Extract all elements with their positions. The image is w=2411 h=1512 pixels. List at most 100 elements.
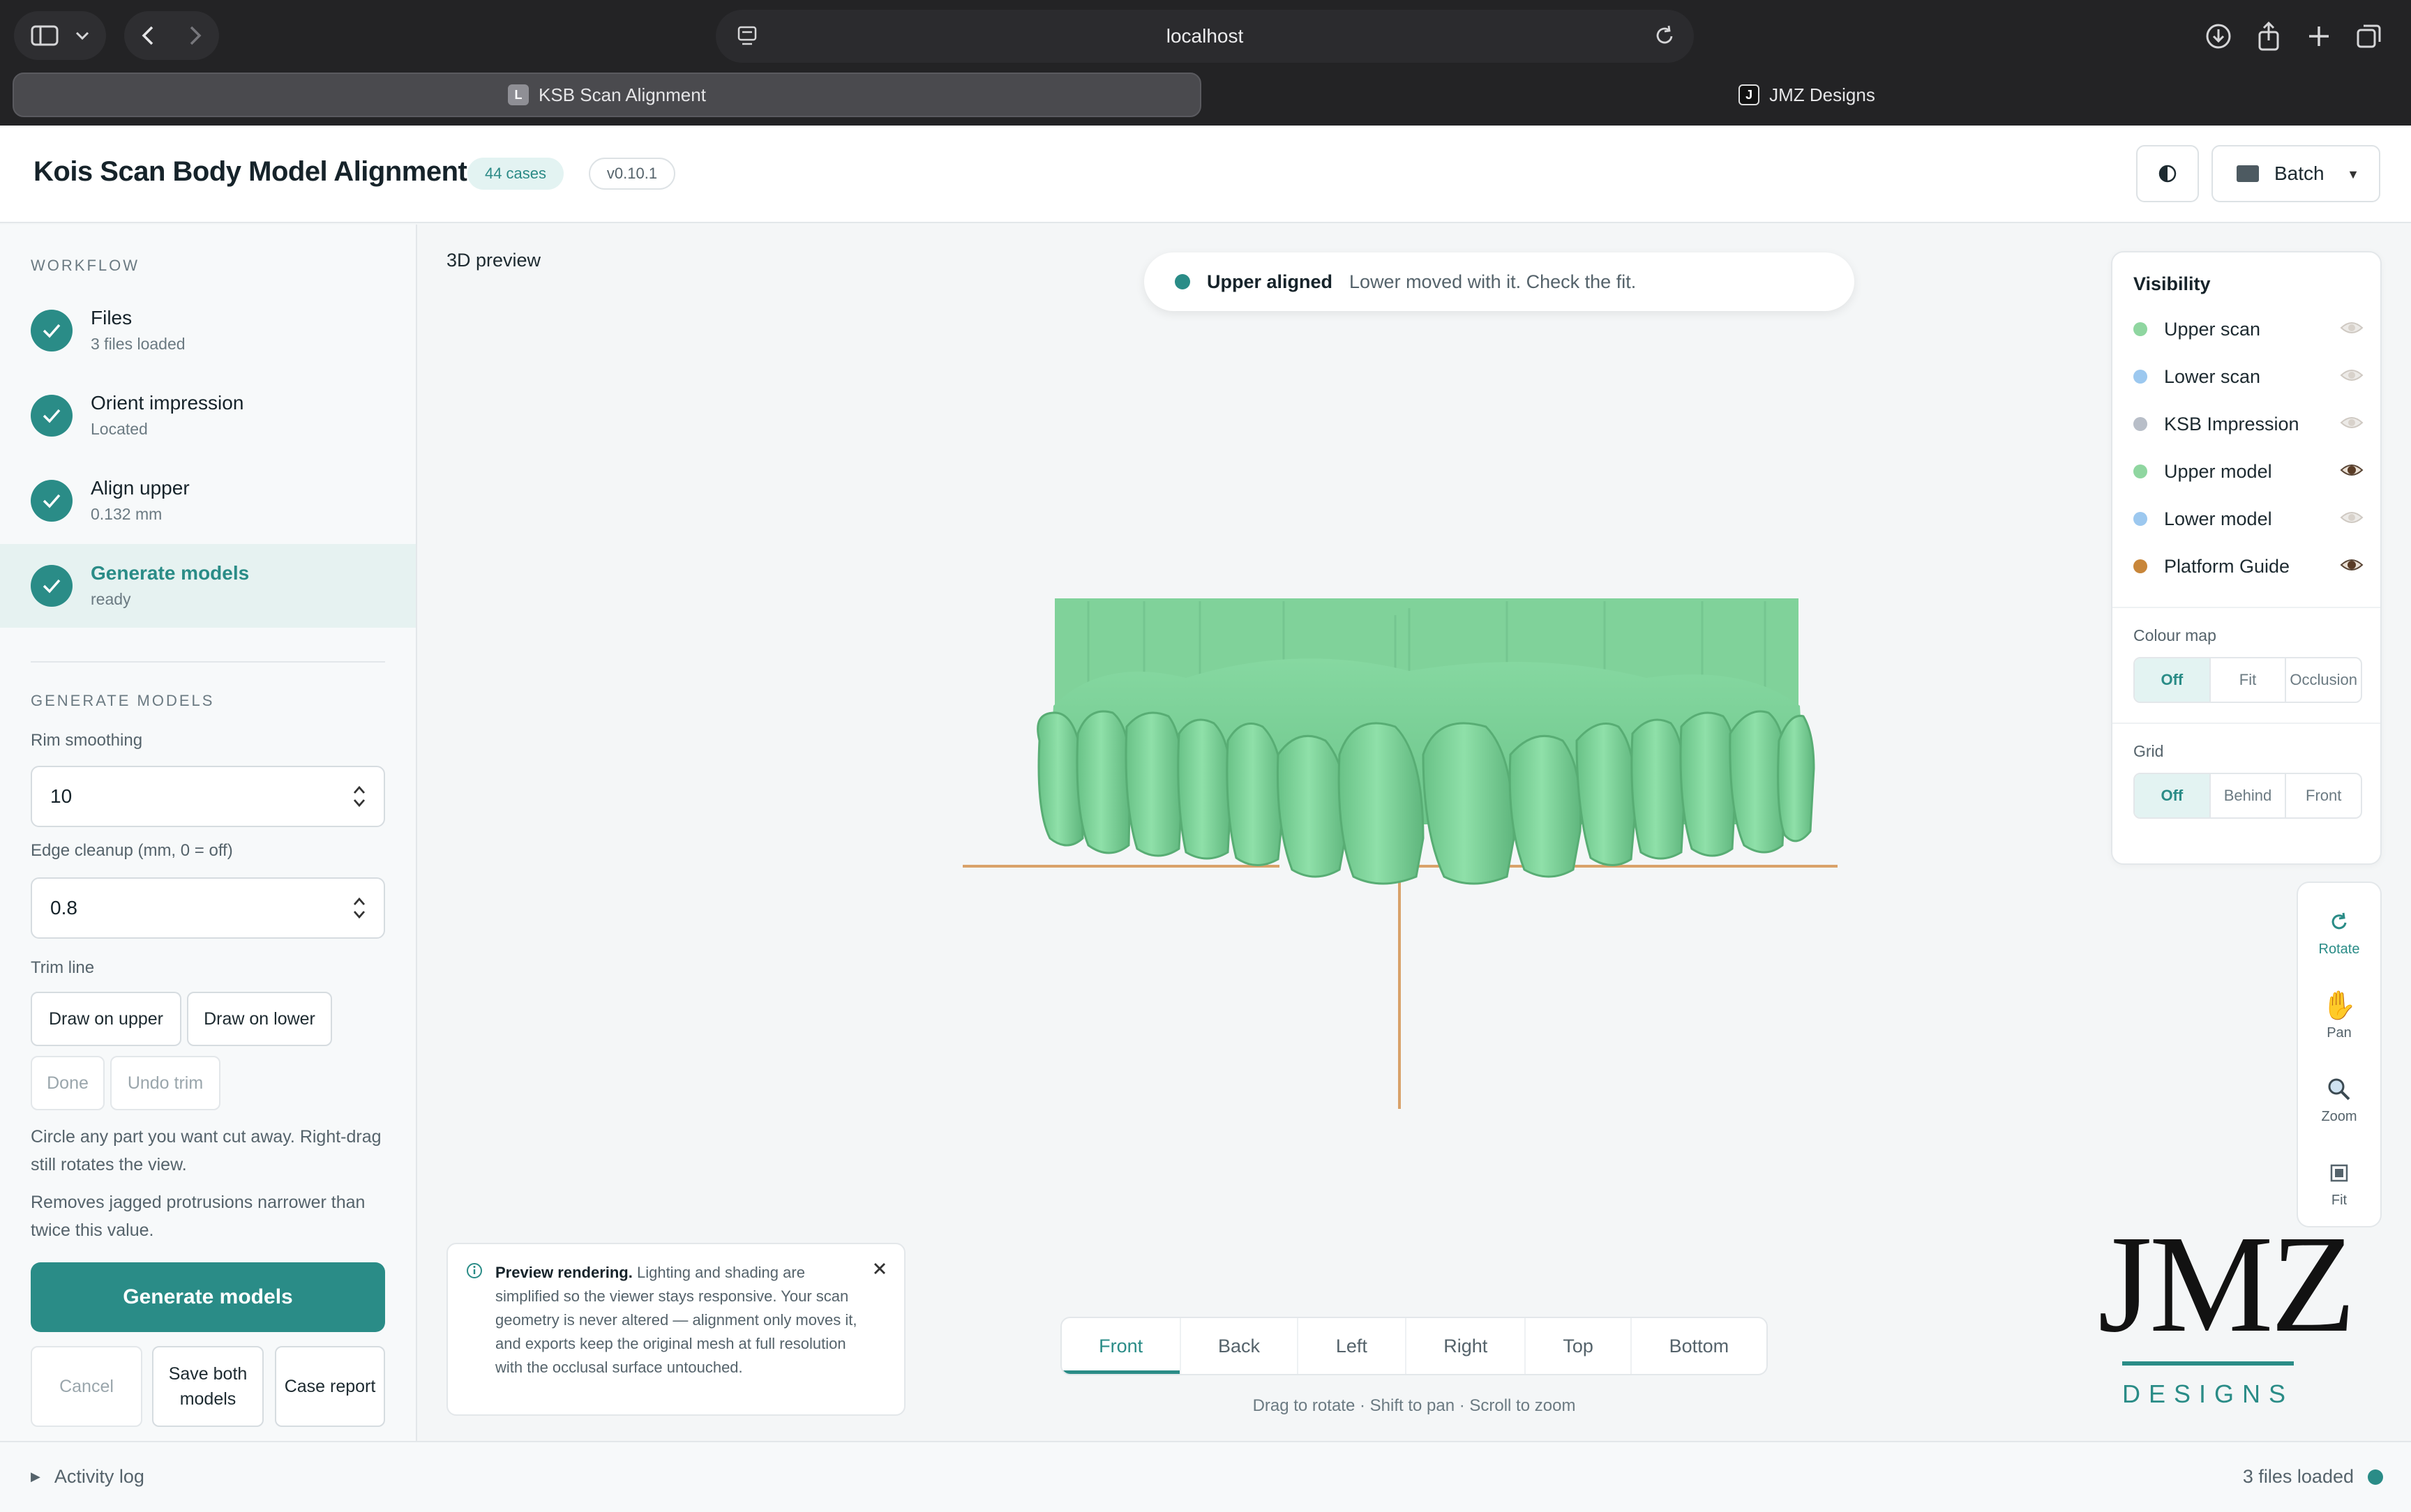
step-generate-models[interactable]: Generate models ready — [0, 544, 416, 628]
view-right[interactable]: Right — [1406, 1318, 1526, 1374]
cancel-button[interactable]: Cancel — [31, 1346, 142, 1427]
done-button[interactable]: Done — [31, 1056, 105, 1110]
colour-map-occlusion[interactable]: Occlusion — [2286, 658, 2361, 702]
colour-map-fit[interactable]: Fit — [2211, 658, 2287, 702]
status-text: 3 files loaded — [2242, 1466, 2354, 1487]
trim-line-label: Trim line — [31, 958, 95, 977]
status-dot — [1175, 274, 1190, 289]
tab-overview-icon[interactable] — [2348, 15, 2390, 57]
view-front[interactable]: Front — [1062, 1318, 1182, 1374]
view-bottom[interactable]: Bottom — [1632, 1318, 1766, 1374]
cases-badge[interactable]: 44 cases — [467, 158, 564, 190]
step-orient-impression[interactable]: Orient impression Located — [0, 374, 416, 458]
layer-platform-guide[interactable]: Platform Guide — [2133, 552, 2364, 580]
eye-closed-icon[interactable] — [2340, 414, 2364, 431]
step-subtitle: 3 files loaded — [91, 335, 186, 353]
batch-button[interactable]: Batch ▼ — [2211, 145, 2380, 202]
tab-ksb-scan-alignment[interactable]: L KSB Scan Alignment — [13, 73, 1201, 117]
3d-viewport[interactable]: 3D preview Upper aligned Lower moved wit… — [419, 225, 2411, 1441]
back-icon[interactable] — [141, 25, 155, 46]
files-status: 3 files loaded — [2243, 1466, 2383, 1488]
layer-upper-model[interactable]: Upper model — [2133, 458, 2364, 485]
layer-name: Upper scan — [2164, 318, 2261, 340]
eye-closed-icon[interactable] — [2340, 509, 2364, 526]
zoom-tool[interactable]: Zoom — [2298, 1064, 2380, 1134]
layer-color-dot — [2133, 512, 2147, 526]
generate-models-button[interactable]: Generate models — [31, 1262, 385, 1332]
close-icon[interactable] — [872, 1261, 887, 1276]
new-tab-icon[interactable] — [2298, 15, 2340, 57]
layer-lower-model[interactable]: Lower model — [2133, 505, 2364, 533]
stepper-icon[interactable] — [352, 784, 367, 809]
tab-label: KSB Scan Alignment — [539, 84, 706, 105]
page-title: Kois Scan Body Model Alignment — [33, 156, 467, 187]
layer-color-dot — [2133, 417, 2147, 431]
tab-favicon: J — [1738, 84, 1760, 105]
step-title: Generate models — [91, 562, 250, 584]
view-back[interactable]: Back — [1181, 1318, 1298, 1374]
view-left[interactable]: Left — [1298, 1318, 1407, 1374]
theme-toggle-button[interactable] — [2136, 145, 2199, 202]
step-align-upper[interactable]: Align upper 0.132 mm — [0, 459, 416, 543]
navigation-tool-rail: Rotate ✋ Pan Zoom Fit — [2297, 882, 2382, 1227]
jmz-designs-logo: JMZ DESIGNS — [2072, 1215, 2379, 1438]
step-files[interactable]: Files 3 files loaded — [0, 289, 416, 372]
step-title: Orient impression — [91, 392, 244, 414]
case-report-button[interactable]: Case report — [275, 1346, 385, 1427]
page-settings-icon[interactable] — [737, 25, 758, 47]
contrast-icon — [2158, 165, 2177, 183]
version-badge: v0.10.1 — [589, 158, 675, 190]
layer-upper-scan[interactable]: Upper scan — [2133, 315, 2364, 343]
rotate-tool[interactable]: Rotate — [2298, 897, 2380, 967]
activity-log-toggle[interactable]: ▶ Activity log — [31, 1466, 144, 1488]
divider — [31, 661, 385, 663]
rim-smoothing-input[interactable]: 10 — [31, 766, 385, 827]
layer-name: Upper model — [2164, 460, 2272, 482]
sidebar-toggle-button[interactable] — [14, 11, 106, 60]
eye-closed-icon[interactable] — [2340, 319, 2364, 336]
grid-off[interactable]: Off — [2135, 774, 2211, 817]
grid-front[interactable]: Front — [2286, 774, 2361, 817]
grid-behind[interactable]: Behind — [2211, 774, 2287, 817]
downloads-icon[interactable] — [2198, 15, 2239, 57]
reload-icon[interactable] — [1653, 24, 1676, 47]
eye-open-icon[interactable] — [2340, 462, 2364, 478]
app-header: Kois Scan Body Model Alignment 44 cases … — [0, 126, 2411, 223]
stepper-icon[interactable] — [352, 895, 367, 921]
address-bar[interactable]: localhost — [716, 10, 1694, 63]
preview-rendering-notice: Preview rendering. Lighting and shading … — [446, 1243, 906, 1416]
platform-guide — [963, 865, 1838, 1109]
pan-tool[interactable]: ✋ Pan — [2298, 981, 2380, 1050]
edge-cleanup-input[interactable]: 0.8 — [31, 877, 385, 939]
preview-label: 3D preview — [446, 250, 541, 271]
rotate-icon — [2331, 912, 2347, 929]
tool-label: Pan — [2327, 1025, 2352, 1041]
draw-on-lower-button[interactable]: Draw on lower — [187, 992, 332, 1046]
undo-trim-button[interactable]: Undo trim — [110, 1056, 220, 1110]
colour-map-off[interactable]: Off — [2135, 658, 2211, 702]
layer-ksb-impression[interactable]: KSB Impression — [2133, 410, 2364, 438]
layer-color-dot — [2133, 322, 2147, 336]
layer-lower-scan[interactable]: Lower scan — [2133, 363, 2364, 391]
view-top[interactable]: Top — [1526, 1318, 1632, 1374]
draw-on-upper-button[interactable]: Draw on upper — [31, 992, 181, 1046]
tab-jmz-designs[interactable]: J JMZ Designs — [1214, 73, 2400, 117]
navigation-hint: Drag to rotate · Shift to pan · Scroll t… — [1252, 1396, 1576, 1415]
step-title: Files — [91, 307, 133, 328]
edge-cleanup-help-text: Removes jagged protrusions narrower than… — [31, 1193, 366, 1240]
logo-subtitle: DESIGNS — [2121, 1379, 2294, 1408]
notice-text: Preview rendering. Lighting and shading … — [495, 1261, 872, 1379]
tab-favicon: L — [508, 84, 529, 105]
status-dot — [2368, 1469, 2383, 1485]
save-both-models-button[interactable]: Save both models — [152, 1346, 264, 1427]
share-icon[interactable] — [2248, 15, 2290, 57]
forward-icon[interactable] — [188, 25, 202, 46]
generate-section-label: GENERATE MODELS — [31, 692, 215, 709]
check-icon — [31, 310, 73, 351]
grid-label: Grid — [2133, 742, 2164, 760]
eye-open-icon[interactable] — [2340, 557, 2364, 573]
eye-closed-icon[interactable] — [2340, 367, 2364, 384]
trim-help-text: Circle any part you want cut away. Right… — [31, 1127, 382, 1174]
upper-model — [1037, 598, 1815, 885]
tab-bar: L KSB Scan Alignment J JMZ Designs — [0, 73, 2411, 117]
